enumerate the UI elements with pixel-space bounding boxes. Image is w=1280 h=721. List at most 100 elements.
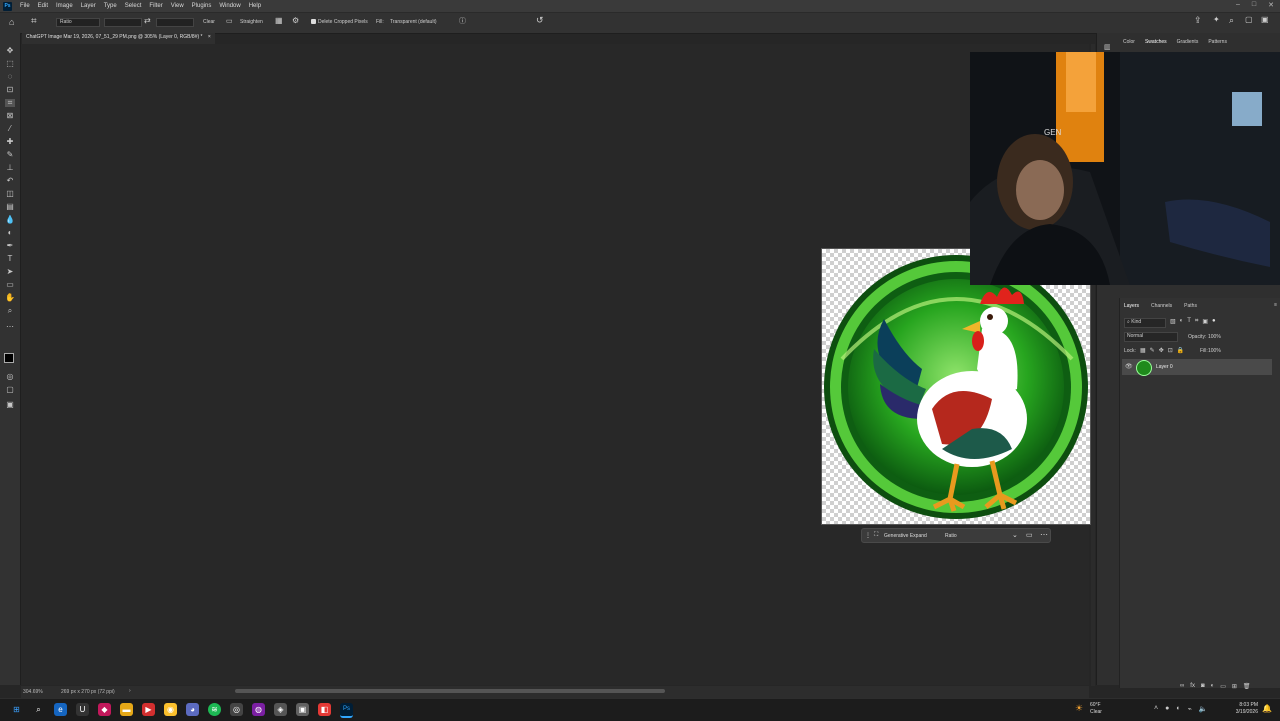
panel-toggle-icon[interactable]: ▣ xyxy=(1261,15,1269,24)
chrome-icon[interactable]: ◉ xyxy=(164,703,177,716)
type-filter-icon[interactable]: T xyxy=(1187,318,1191,325)
unity-icon[interactable]: U xyxy=(76,703,89,716)
eraser-tool-icon[interactable]: ◫ xyxy=(5,190,15,198)
eye-visibility-icon[interactable]: 👁 xyxy=(1125,363,1133,370)
file-explorer-icon[interactable]: ▬ xyxy=(120,703,133,716)
chevron-down-icon[interactable]: ⌄ xyxy=(1012,531,1018,539)
lasso-tool-icon[interactable]: ◌ xyxy=(5,73,15,81)
tray-chevron-icon[interactable]: ˄ xyxy=(1154,705,1158,713)
panel-icon[interactable]: ▥ xyxy=(1104,43,1111,51)
shape-filter-icon[interactable]: ⌗ xyxy=(1195,318,1198,325)
more-tools-icon[interactable]: ⋯ xyxy=(5,323,15,331)
spotify-icon[interactable]: ≋ xyxy=(208,703,221,716)
tab-color[interactable]: Color xyxy=(1123,39,1135,45)
minimize-icon[interactable]: – xyxy=(1236,1,1240,9)
status-chevron-icon[interactable]: › xyxy=(129,688,131,694)
layer-filter-select[interactable]: ⌕ Kind xyxy=(1124,318,1166,328)
horizontal-scrollbar[interactable] xyxy=(235,689,665,693)
edge-browser-icon[interactable]: e xyxy=(54,703,67,716)
layer-name[interactable]: Layer 0 xyxy=(1156,364,1173,370)
smart-object-filter-icon[interactable]: ▣ xyxy=(1202,318,1208,325)
brush-tool-icon[interactable]: ✎ xyxy=(5,151,15,159)
filter-toggle-icon[interactable]: ● xyxy=(1212,318,1216,325)
frame-tool-icon[interactable]: ⊠ xyxy=(5,112,15,120)
menu-select[interactable]: Select xyxy=(121,3,146,9)
pixel-filter-icon[interactable]: ▧ xyxy=(1170,318,1176,325)
lock-all-icon[interactable]: 🔒 xyxy=(1177,347,1184,354)
quick-mask-icon[interactable]: ◎ xyxy=(5,373,15,381)
healing-tool-icon[interactable]: ✚ xyxy=(5,138,15,146)
workspace-icon[interactable]: ▢ xyxy=(1245,15,1253,24)
menu-view[interactable]: View xyxy=(167,3,188,9)
delete-layer-icon[interactable]: 🗑 xyxy=(1243,683,1251,690)
tab-swatches[interactable]: Swatches xyxy=(1145,39,1167,45)
more-options-icon[interactable]: ⋯ xyxy=(1040,530,1048,539)
move-tool-icon[interactable]: ✥ xyxy=(5,47,15,55)
zoom-tool-icon[interactable]: ⌕ xyxy=(5,307,15,315)
link-layers-icon[interactable]: ∞ xyxy=(1180,683,1184,690)
pen-tool-icon[interactable]: ✒ xyxy=(5,242,15,250)
close-tab-icon[interactable]: × xyxy=(208,34,211,40)
reset-icon[interactable]: ↺ xyxy=(536,15,544,26)
tab-layers[interactable]: Layers xyxy=(1124,303,1139,309)
adjustment-filter-icon[interactable]: ◐ xyxy=(1180,318,1184,325)
delete-cropped-checkbox[interactable] xyxy=(311,19,316,24)
fill-select[interactable]: Transparent (default) xyxy=(390,19,437,25)
system-clock[interactable]: 8:03 PM 3/19/2026 xyxy=(1236,702,1258,716)
fill-value[interactable]: 100% xyxy=(1208,348,1221,354)
maximize-icon[interactable]: □ xyxy=(1252,1,1256,9)
crop-tool-icon[interactable]: ⌗ xyxy=(5,99,15,107)
photoshop-taskbar-icon[interactable]: Ps xyxy=(340,703,353,718)
clear-button[interactable]: Clear xyxy=(203,19,215,25)
lock-image-icon[interactable]: ✎ xyxy=(1150,347,1155,354)
tray-app-icon[interactable]: ● xyxy=(1165,705,1169,713)
add-mask-icon[interactable]: ◙ xyxy=(1201,683,1205,690)
blur-tool-icon[interactable]: 💧 xyxy=(5,216,15,224)
ratio-dropdown[interactable]: Ratio xyxy=(945,533,957,539)
settings-gear-icon[interactable]: ⚙ xyxy=(292,16,299,25)
app-icon-3[interactable]: ◍ xyxy=(252,703,265,716)
network-icon[interactable]: ⌁ xyxy=(1188,705,1192,713)
generative-expand-button[interactable]: Generative Expand xyxy=(884,533,927,539)
tab-channels[interactable]: Channels xyxy=(1151,303,1172,309)
zoom-level[interactable]: 304.69% xyxy=(23,689,43,695)
width-field[interactable] xyxy=(104,18,142,27)
tray-app-icon-2[interactable]: ◐ xyxy=(1176,705,1180,713)
shape-tool-icon[interactable]: ▭ xyxy=(5,281,15,289)
menu-filter[interactable]: Filter xyxy=(145,3,166,9)
close-icon[interactable]: ✕ xyxy=(1268,1,1274,9)
object-select-tool-icon[interactable]: ⊡ xyxy=(5,86,15,94)
discord-icon[interactable]: ◕ xyxy=(186,703,199,716)
menu-file[interactable]: File xyxy=(16,3,34,9)
menu-image[interactable]: Image xyxy=(52,3,77,9)
tab-patterns[interactable]: Patterns xyxy=(1208,39,1227,45)
dodge-tool-icon[interactable]: ◐ xyxy=(5,229,15,237)
path-select-tool-icon[interactable]: ➤ xyxy=(5,268,15,276)
taskbar-search-icon[interactable]: ⌕ xyxy=(32,703,45,716)
lightbulb-icon[interactable]: ✦ xyxy=(1213,15,1220,24)
straighten-label[interactable]: Straighten xyxy=(240,19,263,25)
straighten-icon[interactable]: ▭ xyxy=(226,17,233,25)
hand-tool-icon[interactable]: ✋ xyxy=(5,294,15,302)
app-icon-1[interactable]: ◆ xyxy=(98,703,111,716)
weather-widget[interactable]: 60°F Clear xyxy=(1090,702,1102,716)
menu-window[interactable]: Window xyxy=(215,3,244,9)
app-icon-2[interactable]: ◎ xyxy=(230,703,243,716)
youtube-icon[interactable]: ▶ xyxy=(142,703,155,716)
tab-paths[interactable]: Paths xyxy=(1184,303,1197,309)
foreground-color-swatch[interactable] xyxy=(4,353,14,363)
info-icon[interactable]: ⓘ xyxy=(459,16,466,26)
ratio-select[interactable]: Ratio xyxy=(56,18,100,27)
new-layer-icon[interactable]: ⊞ xyxy=(1232,683,1237,690)
generative-icon[interactable]: ▣ xyxy=(5,401,15,409)
crop-tool-icon[interactable]: ⌗ xyxy=(31,16,37,27)
layer-style-icon[interactable]: fx xyxy=(1190,683,1195,690)
tab-gradients[interactable]: Gradients xyxy=(1177,39,1199,45)
drag-handle-icon[interactable]: ⋮ xyxy=(865,532,871,539)
eyedropper-tool-icon[interactable]: ⁄ xyxy=(5,125,15,133)
lock-artboard-icon[interactable]: ⊡ xyxy=(1168,347,1173,354)
screen-mode-icon[interactable]: ▢ xyxy=(5,386,15,394)
type-tool-icon[interactable]: T xyxy=(5,255,15,263)
menu-layer[interactable]: Layer xyxy=(77,3,100,9)
document-tab[interactable]: ChatGPT Image Mar 19, 2026, 07_51_29 PM.… xyxy=(22,33,215,44)
